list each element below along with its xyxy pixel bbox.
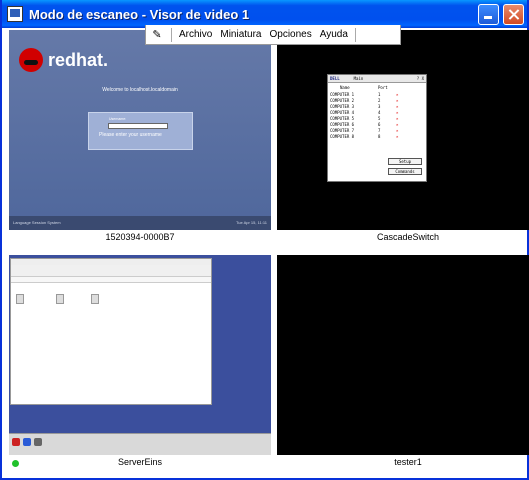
login-box: Username: Please enter your username	[88, 112, 193, 150]
osd-help-close: ? X	[416, 76, 424, 81]
mail-icon	[34, 438, 42, 446]
username-label: Username:	[109, 117, 127, 121]
redhat-logo-icon	[19, 48, 43, 72]
session-menu: Language Session System	[13, 220, 61, 225]
thumbnail-grid: redhat. Welcome to localhost.localdomain…	[2, 28, 529, 478]
divider	[171, 27, 172, 42]
thumbnail-cascadeswitch[interactable]: DELL Main ? X Name Port COMPUTER 1 1 ✕ COM…	[277, 30, 529, 230]
browser-icon	[23, 438, 31, 446]
row-name: COMPUTER 4	[330, 109, 355, 115]
offline-icon: ✕	[396, 121, 399, 127]
dell-osd-window: DELL Main ? X Name Port COMPUTER 1 1 ✕ COM…	[327, 74, 427, 182]
location-bar	[11, 277, 211, 283]
minimize-button[interactable]	[478, 4, 499, 25]
toolbar	[11, 265, 211, 277]
row-port: 2	[378, 97, 381, 103]
row-port: 5	[378, 115, 381, 121]
file-manager-window	[10, 258, 212, 405]
setup-button: Setup	[388, 158, 422, 165]
login-prompt: Please enter your username	[99, 132, 162, 138]
file-icon	[91, 294, 99, 304]
row-name: COMPUTER 6	[330, 121, 355, 127]
login-bottom-bar: Language Session System Tue Apr 15, 11:1…	[9, 216, 271, 230]
offline-icon: ✕	[396, 133, 399, 139]
row-name: COMPUTER 3	[330, 103, 355, 109]
row-port: 4	[378, 109, 381, 115]
row-port: 3	[378, 103, 381, 109]
clock-text: Tue Apr 15, 11:11	[235, 220, 267, 225]
menu-bar: ✎ Archivo Miniatura Opciones Ayuda	[145, 25, 401, 45]
app-icon	[7, 6, 23, 22]
offline-icon: ✕	[396, 97, 399, 103]
file-icon	[16, 294, 24, 304]
row-port: 6	[378, 121, 381, 127]
dell-logo: DELL	[330, 76, 340, 81]
divider	[354, 27, 356, 42]
thumbnail-servereins[interactable]	[9, 255, 271, 455]
menu-ayuda[interactable]: Ayuda	[316, 29, 352, 40]
offline-icon: ✕	[396, 91, 399, 97]
app-window: Modo de escaneo - Visor de video 1 redha…	[0, 0, 529, 480]
file-icon	[56, 294, 64, 304]
thumbnail-tester1[interactable]	[277, 255, 529, 455]
close-button[interactable]	[503, 4, 524, 25]
pin-icon[interactable]: ✎	[146, 28, 168, 41]
offline-icon: ✕	[396, 127, 399, 133]
row-port: 8	[378, 133, 381, 139]
menu-miniatura[interactable]: Miniatura	[216, 29, 265, 40]
row-port: 7	[378, 127, 381, 133]
thumbnail-label: 1520394-0000B7	[105, 232, 175, 242]
row-name: COMPUTER 1	[330, 91, 355, 97]
welcome-text: Welcome to localhost.localdomain	[102, 87, 178, 93]
status-online-icon	[12, 460, 19, 467]
username-field	[108, 123, 168, 129]
osd-title: Main	[353, 76, 364, 81]
menu-opciones[interactable]: Opciones	[266, 29, 316, 40]
brand-text: redhat.	[48, 50, 109, 70]
col-name: Name	[340, 85, 350, 90]
title-bar[interactable]: Modo de escaneo - Visor de video 1	[2, 0, 527, 28]
offline-icon: ✕	[396, 103, 399, 109]
commands-button: Commands	[388, 168, 422, 175]
window-title: Modo de escaneo - Visor de video 1	[29, 6, 250, 22]
row-name: COMPUTER 5	[330, 115, 355, 121]
row-name: COMPUTER 8	[330, 133, 355, 139]
thumbnail-label: tester1	[394, 457, 422, 467]
col-port: Port	[378, 85, 388, 90]
offline-icon: ✕	[396, 115, 399, 121]
thumbnail-1520394[interactable]: redhat. Welcome to localhost.localdomain…	[9, 30, 271, 230]
row-name: COMPUTER 7	[330, 127, 355, 133]
row-port: 1	[378, 91, 381, 97]
menu-archivo[interactable]: Archivo	[175, 29, 216, 40]
app-launcher-icon	[12, 438, 20, 446]
thumbnail-label: CascadeSwitch	[376, 232, 440, 242]
taskbar-panel	[9, 433, 271, 455]
offline-icon: ✕	[396, 109, 399, 115]
thumbnail-label: ServerEins	[117, 457, 162, 467]
row-name: COMPUTER 2	[330, 97, 355, 103]
